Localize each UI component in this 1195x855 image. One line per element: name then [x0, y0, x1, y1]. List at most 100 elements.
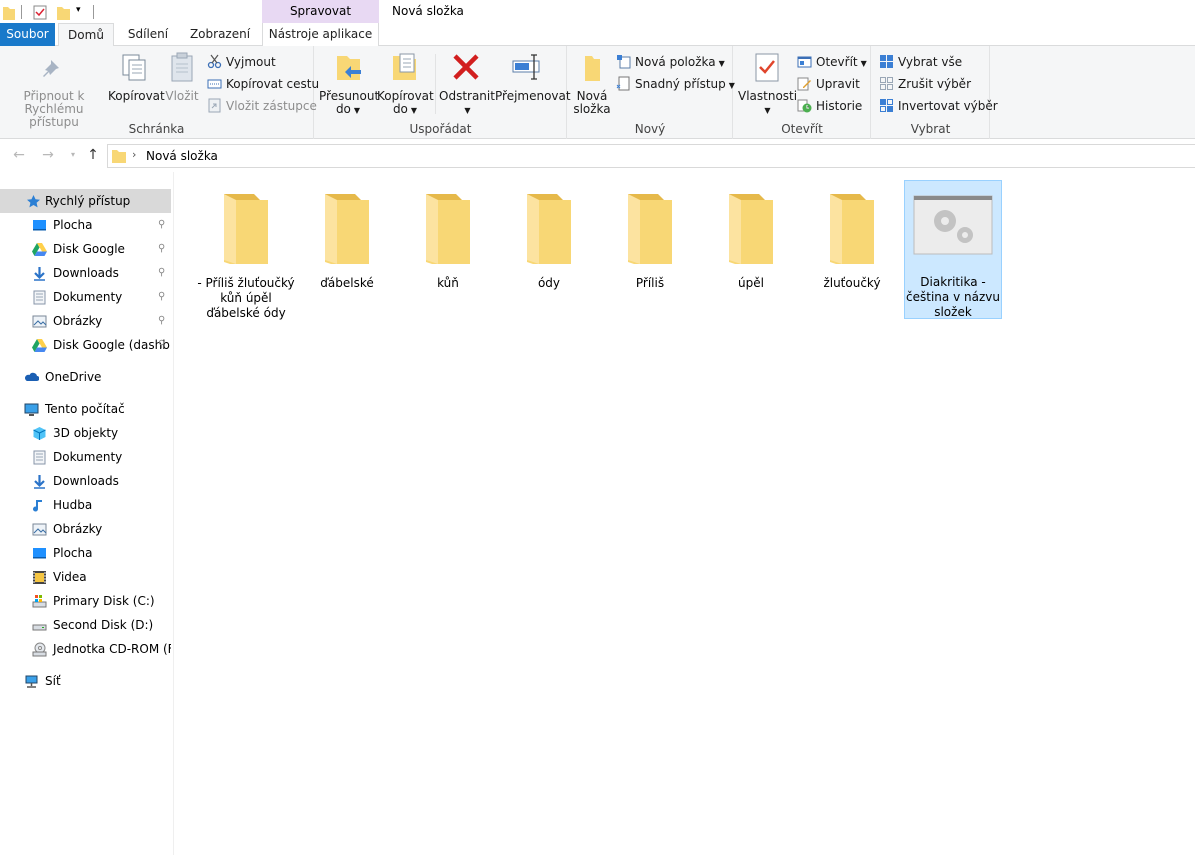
- sidebar-item-pc-7[interactable]: Primary Disk (C:): [0, 589, 171, 613]
- copy-icon: [122, 54, 146, 81]
- invert-selection-icon: [880, 99, 893, 112]
- sidebar-item-quick-3[interactable]: Dokumenty ⚲: [0, 285, 171, 309]
- select-none-label: Zrušit výběr: [898, 77, 972, 91]
- rename-button[interactable]: Přejmenovat: [495, 50, 571, 103]
- sidebar-item-pc-4[interactable]: Obrázky: [0, 517, 171, 541]
- sidebar-item-pc-8[interactable]: Second Disk (D:): [0, 613, 171, 637]
- sidebar-item-quick-4[interactable]: Obrázky ⚲: [0, 309, 171, 333]
- pin-icon[interactable]: ⚲: [158, 237, 165, 261]
- new-folder-icon[interactable]: [57, 4, 70, 20]
- folder-item[interactable]: kůň: [399, 182, 497, 291]
- breadcrumb-chevron-icon[interactable]: ›: [132, 148, 136, 161]
- history-button[interactable]: Historie: [797, 96, 862, 116]
- delete-button[interactable]: Odstranit ▼: [439, 50, 495, 117]
- pin-icon[interactable]: ⚲: [158, 213, 165, 237]
- up-arrow-icon[interactable]: ↑: [84, 146, 102, 164]
- scissors-icon: [207, 54, 222, 69]
- invert-selection-button[interactable]: Invertovat výběr: [879, 96, 998, 116]
- properties-check-icon[interactable]: [33, 4, 47, 20]
- cut-button[interactable]: Vyjmout: [207, 52, 276, 72]
- copy-to-label-2: do: [392, 102, 408, 116]
- folder-item[interactable]: žluťoučký: [803, 182, 901, 291]
- downloads-icon: [34, 267, 45, 281]
- folder-item[interactable]: úpěl: [702, 182, 800, 291]
- sidebar-item-label: Disk Google: [53, 242, 125, 256]
- easy-access-button[interactable]: Snadný přístup ▼: [616, 74, 735, 94]
- properties-button[interactable]: Vlastnosti ▼: [738, 50, 797, 117]
- easy-access-label: Snadný přístup: [635, 77, 726, 91]
- nav-onedrive-label: OneDrive: [45, 370, 102, 384]
- tab-share[interactable]: Sdílení: [120, 23, 176, 46]
- new-folder-label-1: Nová: [576, 89, 608, 103]
- nav-this-pc-label: Tento počítač: [45, 402, 125, 416]
- tab-home[interactable]: Domů: [58, 23, 114, 47]
- pin-icon[interactable]: ⚲: [158, 309, 165, 333]
- sidebar-item-quick-2[interactable]: Downloads ⚲: [0, 261, 171, 285]
- context-group-manage: Spravovat: [262, 0, 379, 23]
- sidebar-item-label: Primary Disk (C:): [53, 594, 155, 608]
- new-folder-button[interactable]: Nová složka: [572, 50, 612, 116]
- application-item[interactable]: Diakritika - čeština v názvu složek: [904, 180, 1002, 319]
- sidebar-item-quick-1[interactable]: Disk Google ⚲: [0, 237, 171, 261]
- file-name-label: žluťoučký: [823, 276, 881, 290]
- sidebar-item-pc-3[interactable]: Hudba: [0, 493, 171, 517]
- sidebar-item-quick-5[interactable]: Disk Google (dashb ⚲: [0, 333, 171, 357]
- open-button[interactable]: Otevřít ▼: [797, 52, 867, 72]
- breadcrumb-current[interactable]: Nová složka: [146, 149, 218, 163]
- paste-button[interactable]: Vložit: [164, 50, 200, 103]
- qat-customize-icon[interactable]: ▾: [76, 5, 81, 21]
- group-clipboard: Připnout k Rychlému přístupu Kopírovat V…: [0, 46, 319, 139]
- group-select: Vybrat vše Zrušit výběr Invertovat výběr…: [872, 46, 998, 139]
- nav-quick-access[interactable]: Rychlý přístup: [0, 189, 171, 213]
- select-none-button[interactable]: Zrušit výběr: [879, 74, 971, 94]
- folder-item[interactable]: - Příliš žluťoučký kůň úpěl ďábelské ódy: [197, 182, 295, 321]
- copy-path-button[interactable]: Kopírovat cestu: [207, 74, 319, 94]
- forward-arrow-icon[interactable]: →: [39, 146, 57, 164]
- nav-onedrive[interactable]: OneDrive: [0, 365, 171, 389]
- tab-view[interactable]: Zobrazení: [186, 23, 254, 46]
- back-arrow-icon[interactable]: ←: [10, 146, 28, 164]
- nav-this-pc[interactable]: Tento počítač: [0, 397, 171, 421]
- folder-item[interactable]: ódy: [500, 182, 598, 291]
- folder-icon: [830, 194, 874, 264]
- copy-to-button[interactable]: Kopírovat do ▼: [377, 50, 434, 117]
- move-to-button[interactable]: Přesunout do ▼: [319, 50, 379, 117]
- pin-icon[interactable]: ⚲: [158, 285, 165, 309]
- sidebar-item-pc-5[interactable]: Plocha: [0, 541, 171, 565]
- tab-app-tools[interactable]: Nástroje aplikace: [262, 23, 379, 46]
- select-all-button[interactable]: Vybrat vše: [879, 52, 962, 72]
- sidebar-item-label: 3D objekty: [53, 426, 119, 440]
- recent-locations-chevron-icon[interactable]: ▾: [64, 146, 82, 164]
- address-bar[interactable]: › Nová složka: [107, 144, 1195, 168]
- copy-label: Kopírovat: [108, 89, 165, 103]
- tab-file[interactable]: Soubor: [0, 23, 55, 46]
- sidebar-item-pc-2[interactable]: Downloads: [0, 469, 171, 493]
- folder-item[interactable]: ďábelské: [298, 182, 396, 291]
- 3d-objects-icon: [33, 427, 46, 440]
- star-icon: [27, 195, 40, 208]
- edit-button[interactable]: Upravit: [797, 74, 860, 94]
- sidebar-item-pc-9[interactable]: Jednotka CD-ROM (F:): [0, 637, 171, 661]
- pin-quick-access-button[interactable]: Připnout k Rychlému přístupu: [4, 50, 104, 129]
- file-name-label: - Příliš žluťoučký kůň úpěl ďábelské ódy: [197, 276, 295, 320]
- navigation-bar: ← → ▾ ↑ › Nová složka: [0, 140, 1195, 172]
- new-item-button[interactable]: Nová položka ▼: [616, 52, 725, 72]
- invert-selection-label: Invertovat výběr: [898, 99, 998, 113]
- chevron-down-icon: ▼: [860, 59, 867, 68]
- select-none-icon: [880, 77, 893, 90]
- group-label-organize: Uspořádat: [409, 122, 472, 136]
- sidebar-item-pc-0[interactable]: 3D objekty: [0, 421, 171, 445]
- paste-shortcut-button[interactable]: Vložit zástupce: [207, 96, 317, 116]
- group-organize: Přesunout do ▼ Kopírovat do ▼ Odstranit ▼ …: [315, 46, 571, 139]
- copy-button[interactable]: Kopírovat: [108, 50, 165, 103]
- sidebar-item-pc-6[interactable]: Videa: [0, 565, 171, 589]
- new-folder-label-2: složka: [573, 102, 611, 116]
- nav-network[interactable]: Síť: [0, 669, 171, 693]
- folder-item[interactable]: Příliš: [601, 182, 699, 291]
- sidebar-item-pc-1[interactable]: Dokumenty: [0, 445, 171, 469]
- chevron-down-icon: ▼: [464, 106, 471, 115]
- pin-icon[interactable]: ⚲: [158, 261, 165, 285]
- pin-icon[interactable]: ⚲: [158, 333, 165, 357]
- sidebar-item-quick-0[interactable]: Plocha ⚲: [0, 213, 171, 237]
- folder-icon[interactable]: [3, 4, 15, 20]
